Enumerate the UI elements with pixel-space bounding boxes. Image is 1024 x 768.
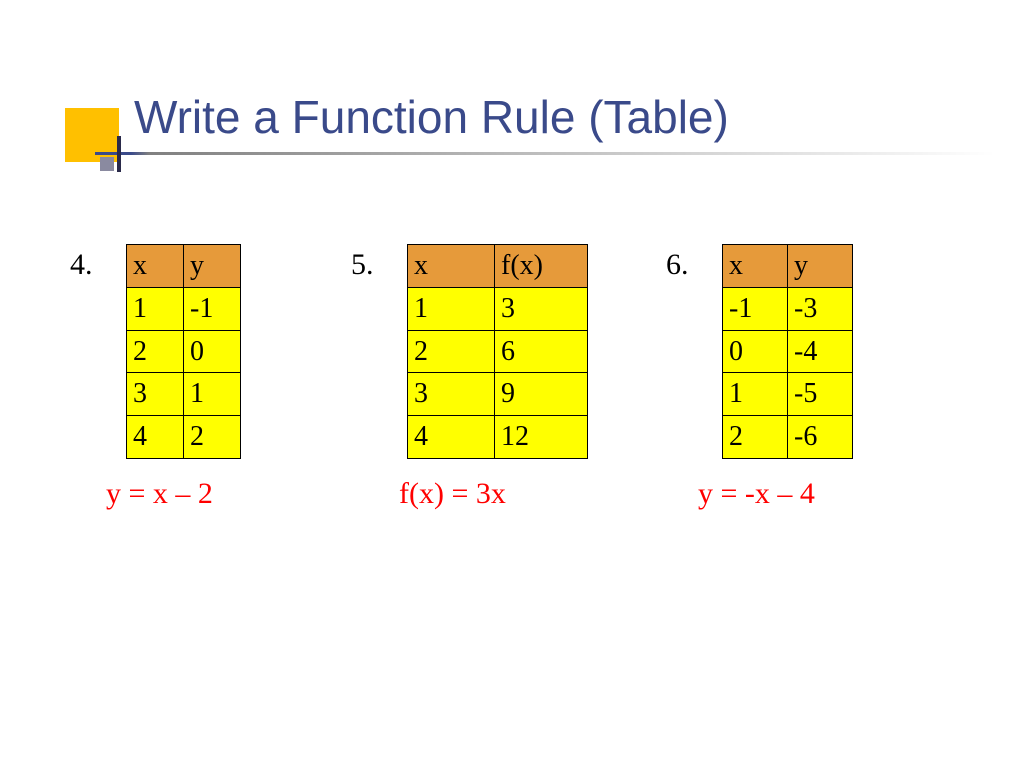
- cell: 4: [408, 416, 495, 459]
- problem-4-answer: y = x – 2: [106, 477, 213, 511]
- problem-6-row: 6. x y -1 -3 0 -4 1 -5: [666, 244, 853, 459]
- cell: 1: [408, 287, 495, 330]
- problem-6: 6. x y -1 -3 0 -4 1 -5: [666, 244, 853, 511]
- problem-4: 4. x y 1 -1 2 0 3 1 4: [70, 244, 241, 511]
- slide-title: Write a Function Rule (Table): [134, 90, 729, 144]
- cell: -1: [184, 287, 241, 330]
- cell: -5: [788, 373, 853, 416]
- cell: -4: [788, 330, 853, 373]
- problem-4-label: 4.: [70, 244, 110, 280]
- decoration-vertical-tick: [117, 136, 121, 172]
- col-header: x: [723, 245, 788, 288]
- cell: 1: [723, 373, 788, 416]
- col-header: x: [408, 245, 495, 288]
- problem-5-answer: f(x) = 3x: [399, 477, 506, 511]
- col-header: y: [788, 245, 853, 288]
- table-row: 4 2: [127, 416, 241, 459]
- table-header-row: x y: [127, 245, 241, 288]
- cell: -6: [788, 416, 853, 459]
- table-row: 2 -6: [723, 416, 853, 459]
- table-header-row: x f(x): [408, 245, 588, 288]
- table-row: 1 3: [408, 287, 588, 330]
- cell: 12: [495, 416, 588, 459]
- cell: -3: [788, 287, 853, 330]
- content-area: 4. x y 1 -1 2 0 3 1 4: [70, 244, 970, 511]
- col-header: f(x): [495, 245, 588, 288]
- cell: 0: [184, 330, 241, 373]
- problem-6-label: 6.: [666, 244, 706, 280]
- problem-5-table: x f(x) 1 3 2 6 3 9 4 12: [407, 244, 588, 459]
- decoration-horizontal-rule: [95, 152, 995, 155]
- cell: -1: [723, 287, 788, 330]
- problem-6-answer: y = -x – 4: [698, 477, 815, 511]
- cell: 0: [723, 330, 788, 373]
- cell: 9: [495, 373, 588, 416]
- cell: 3: [408, 373, 495, 416]
- cell: 3: [495, 287, 588, 330]
- cell: 4: [127, 416, 184, 459]
- cell: 1: [184, 373, 241, 416]
- cell: 2: [127, 330, 184, 373]
- table-row: 2 0: [127, 330, 241, 373]
- cell: 2: [184, 416, 241, 459]
- cell: 1: [127, 287, 184, 330]
- cell: 2: [723, 416, 788, 459]
- col-header: x: [127, 245, 184, 288]
- problem-6-table: x y -1 -3 0 -4 1 -5 2 -6: [722, 244, 853, 459]
- cell: 2: [408, 330, 495, 373]
- decoration-square-grey: [100, 157, 114, 171]
- problem-5: 5. x f(x) 1 3 2 6 3 9: [351, 244, 588, 511]
- table-row: 2 6: [408, 330, 588, 373]
- problem-4-table: x y 1 -1 2 0 3 1 4 2: [126, 244, 241, 459]
- cell: 6: [495, 330, 588, 373]
- problem-5-row: 5. x f(x) 1 3 2 6 3 9: [351, 244, 588, 459]
- problem-5-label: 5.: [351, 244, 391, 280]
- table-row: 1 -5: [723, 373, 853, 416]
- table-row: 0 -4: [723, 330, 853, 373]
- table-row: 3 9: [408, 373, 588, 416]
- cell: 3: [127, 373, 184, 416]
- table-row: 1 -1: [127, 287, 241, 330]
- col-header: y: [184, 245, 241, 288]
- table-header-row: x y: [723, 245, 853, 288]
- problem-4-row: 4. x y 1 -1 2 0 3 1 4: [70, 244, 241, 459]
- slide-title-block: Write a Function Rule (Table): [0, 90, 1024, 210]
- table-row: -1 -3: [723, 287, 853, 330]
- table-row: 4 12: [408, 416, 588, 459]
- table-row: 3 1: [127, 373, 241, 416]
